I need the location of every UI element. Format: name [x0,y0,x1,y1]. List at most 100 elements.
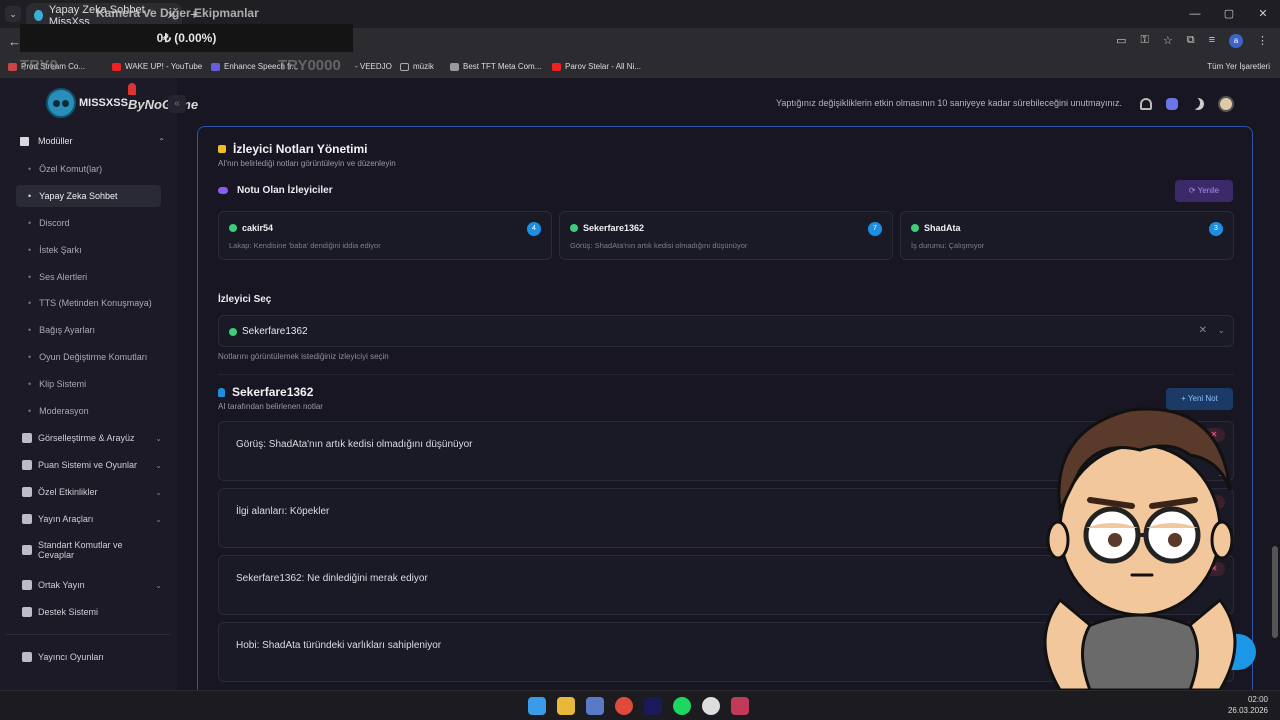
sidebar-item-discord[interactable]: Discord [16,212,161,234]
sidebar-item-sound-alerts[interactable]: Ses Alertleri [16,266,161,288]
logo-text: MISSXSS [79,97,128,109]
valorant-icon[interactable] [731,697,749,715]
extensions-icon[interactable]: ⧉ [1187,34,1195,48]
robot-logo-icon [46,88,76,118]
note-text[interactable]: İlgi alanları: Köpekler [236,506,329,517]
address-bar-icons: ▭ ⚿ ☆ ⧉ ≡ a ⋮ [1116,34,1268,48]
profile-icon[interactable]: a [1229,34,1243,48]
app-root: MISSXSS ByNoGame « Modüller ⌃ Özel Komut… [0,78,1280,696]
windows-taskbar: 02:00 26.03.2026 [0,690,1280,720]
sidebar-group-co-stream[interactable]: Ortak Yayın ⌄ [22,580,162,590]
sidebar-group-visuals[interactable]: Görselleştirme & Arayüz ⌄ [22,433,162,443]
sidebar-group-stream-tools[interactable]: Yayın Araçları ⌄ [22,514,162,524]
chevron-up-icon: ⌃ [158,136,165,146]
headset-icon[interactable] [1140,98,1152,110]
store-icon[interactable] [586,697,604,715]
viewer-name: cakir54 [242,223,274,233]
menu-icon[interactable]: ⋮ [1257,34,1268,48]
spotify-icon[interactable] [673,697,691,715]
users-icon [22,580,32,590]
minimize-button[interactable]: — [1178,0,1212,28]
page-scrollbar[interactable] [1272,546,1278,638]
header-icons [1140,96,1234,112]
viewer-card[interactable]: cakir54 4 Lakap: Kendisine 'baba' dendiğ… [218,211,552,260]
star-icon[interactable]: ☆ [1163,34,1173,48]
system-clock[interactable]: 02:00 26.03.2026 [1228,694,1268,716]
sidebar-section-modules[interactable]: Modüller ⌃ [20,136,165,146]
key-icon[interactable]: ⚿ [1140,34,1148,48]
viewer-card[interactable]: Sekerfare1362 7 Görüş: ShadAta'nın artık… [559,211,893,260]
file-explorer-icon[interactable] [557,697,575,715]
viewer-select-help: Notlarını görüntülemek istediğiniz izley… [218,352,389,361]
obs-icon[interactable] [702,697,720,715]
sidebar: MISSXSS ByNoGame « Modüller ⌃ Özel Komut… [0,78,198,690]
page-title: İzleyici Notları Yönetimi [218,142,367,156]
sponsor-logo: ByNoGame [128,82,198,112]
cast-icon[interactable]: ▭ [1116,34,1126,48]
sidebar-item-clip-system[interactable]: Klip Sistemi [16,373,161,395]
sidebar-item-streamer-games[interactable]: Yayıncı Oyunları [22,652,162,662]
chevron-down-icon: ⌄ [155,460,162,470]
sidebar-item-tts[interactable]: TTS (Metinden Konuşmaya) [16,292,161,314]
clock-time: 02:00 [1247,695,1268,704]
sidebar-group-standard-commands[interactable]: Standart Komutlar ve Cevaplar [22,540,142,560]
bookmark-item[interactable]: WAKE UP! - YouTube [112,62,202,71]
collapse-sidebar-button[interactable]: « [168,95,186,113]
support-icon [22,607,32,617]
chevron-down-icon: ⌄ [155,580,162,590]
user-avatar[interactable] [1218,96,1234,112]
sidebar-group-events[interactable]: Özel Etkinlikler ⌄ [22,487,162,497]
all-bookmarks-folder[interactable]: Tüm Yer İşaretleri [1207,62,1270,71]
discord-icon[interactable] [1166,98,1178,110]
notes-subtitle: AI tarafından belirlenen notlar [218,402,323,411]
refresh-button[interactable]: ⟳ Yenile [1175,180,1233,202]
section-divider [218,374,1234,375]
sidebar-item-moderation[interactable]: Moderasyon [16,400,161,422]
note-text[interactable]: Görüş: ShadAta'nın artık kedisi olmadığı… [236,439,472,450]
sidebar-item-custom-commands[interactable]: Özel Komut(lar) [16,158,161,180]
chevron-down-icon: ⌄ [155,433,162,443]
media-icon[interactable]: ≡ [1209,34,1215,48]
stream-overlay-title: Kamera ve Diğer Ekipmanlar [96,6,259,20]
page-subtitle: AI'nın belirlediği notları görüntüleyin … [218,159,396,168]
note-text[interactable]: Sekerfare1362: Ne dinlediğini merak ediy… [236,573,428,584]
bookmark-folder[interactable]: müzik [400,62,434,71]
clear-icon[interactable]: ✕ [1199,325,1207,336]
chrome-icon[interactable] [615,697,633,715]
moon-icon[interactable] [1192,98,1204,110]
keyboard-icon [22,545,32,555]
chevron-down-icon[interactable]: ⌄ [1217,325,1225,336]
bookmark-item[interactable]: - VEEDJO [355,62,392,71]
note-text[interactable]: Hobi: ShadAta türündeki varlıkları sahip… [236,640,441,651]
tools-icon [22,514,32,524]
gamepad-icon [22,652,32,662]
sidebar-item-donation[interactable]: Bağış Ayarları [16,319,161,341]
viewer-card[interactable]: ShadAta 3 İş durumu: Çalışmıyor [900,211,1234,260]
clock-date: 26.03.2026 [1227,706,1268,715]
logo[interactable]: MISSXSS [46,88,128,118]
chevron-down-icon: ⌄ [155,514,162,524]
sidebar-item-game-commands[interactable]: Oyun Değiştirme Komutları [16,346,161,368]
window-controls: — ▢ ✕ [1178,0,1280,28]
notes-title: Sekerfare1362 [218,385,313,399]
stock-ticker-overlay: 0₺ (0.00%) [20,24,353,52]
viewer-select[interactable]: Sekerfare1362 ✕ ⌄ [218,315,1234,347]
start-icon[interactable] [528,697,546,715]
viewer-note-preview: Lakap: Kendisine 'baba' dendiğini iddia … [229,241,381,250]
sidebar-item-ai-chat[interactable]: Yapay Zeka Sohbet [16,185,161,207]
palette-icon [22,433,32,443]
user-icon [218,387,225,397]
sidebar-item-song-request[interactable]: İstek Şarkı [16,239,161,261]
sidebar-group-points[interactable]: Puan Sistemi ve Oyunlar ⌄ [22,460,162,470]
selected-viewer: Sekerfare1362 [242,326,308,337]
premiere-icon[interactable] [644,697,662,715]
maximize-button[interactable]: ▢ [1212,0,1246,28]
bookmark-item[interactable]: Parov Stelar - All Ni... [552,62,641,71]
streamer-avatar-character [1043,407,1237,690]
users-icon [218,187,228,194]
tab-search-button[interactable]: ⌄ [5,6,21,22]
chevron-down-icon: ⌄ [155,487,162,497]
close-window-button[interactable]: ✕ [1246,0,1280,28]
sidebar-group-support[interactable]: Destek Sistemi [22,607,162,617]
bookmark-item[interactable]: Best TFT Meta Com... [450,62,541,71]
